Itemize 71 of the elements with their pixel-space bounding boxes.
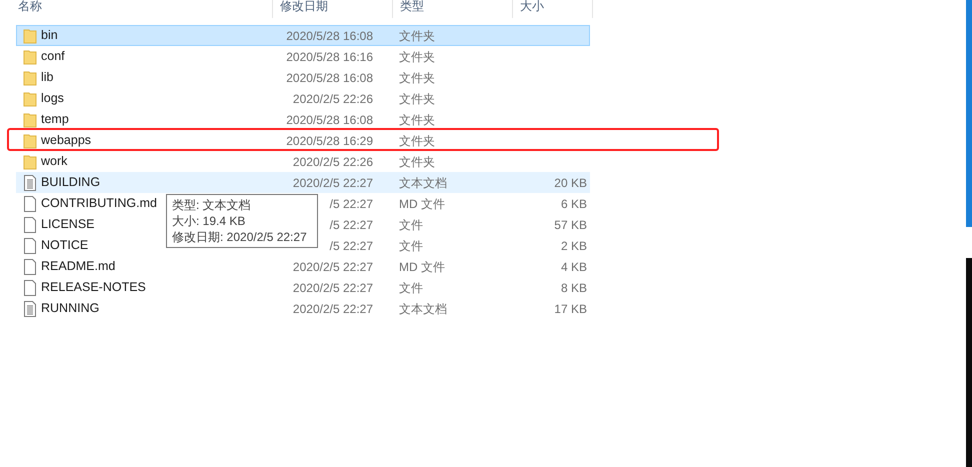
column-header[interactable]: 类型 bbox=[393, 0, 513, 18]
folder-icon bbox=[23, 112, 37, 128]
table-cell-text: 文本文档 bbox=[399, 174, 448, 192]
table-cell-text: 文件夹 bbox=[399, 48, 436, 66]
table-cell-text: 2020/5/28 16:16 bbox=[285, 48, 374, 66]
file-name: CONTRIBUTING.md bbox=[41, 195, 157, 212]
table-cell-text: 文本文档 bbox=[399, 300, 448, 318]
file-name: temp bbox=[41, 111, 69, 128]
file-name: NOTICE bbox=[41, 237, 88, 254]
file-name: BUILDING bbox=[41, 174, 100, 192]
folder-icon bbox=[23, 70, 37, 86]
table-cell-text: 文件夹 bbox=[399, 28, 436, 44]
file-name: conf bbox=[41, 48, 65, 66]
table-cell-text: 文件夹 bbox=[399, 154, 436, 170]
table-cell-text: 文件 bbox=[399, 216, 424, 234]
table-cell-text: 2020/2/5 22:26 bbox=[292, 154, 374, 170]
table-cell-text: 2020/2/5 22:27 bbox=[292, 258, 374, 276]
file-name: LICENSE bbox=[41, 216, 94, 234]
file-row[interactable]: BUILDING 2020/2/5 22:27 文本文档 20 KB bbox=[16, 172, 590, 193]
folder-icon bbox=[23, 48, 37, 64]
table-cell-text: 文件夹 bbox=[399, 112, 436, 128]
column-header[interactable]: 名称 bbox=[0, 0, 273, 18]
table-cell-text: 文件 bbox=[399, 238, 424, 254]
table-cell-text: /5 22:27 bbox=[328, 196, 374, 212]
table-cell-text: 2020/2/5 22:26 bbox=[292, 90, 374, 108]
table-cell-text: 8 KB bbox=[560, 280, 587, 296]
column-header[interactable]: 修改日期 bbox=[273, 0, 393, 18]
document-icon bbox=[24, 196, 36, 212]
table-cell-text: 文件夹 bbox=[399, 70, 436, 86]
file-row[interactable]: bin 2020/5/28 16:08 文件夹 bbox=[16, 25, 590, 46]
document-icon bbox=[24, 258, 36, 274]
table-cell-text: /5 22:27 bbox=[328, 216, 374, 234]
table-cell-text: 2020/5/28 16:08 bbox=[285, 70, 374, 86]
tooltip-line: 类型: 文本文档 bbox=[172, 197, 252, 213]
document-icon bbox=[24, 280, 36, 296]
document-icon bbox=[24, 216, 36, 232]
tooltip-line: 大小: 19.4 KB bbox=[172, 213, 246, 229]
table-cell-text: 2020/5/28 16:29 bbox=[285, 132, 374, 150]
table-cell-text: 6 KB bbox=[560, 196, 587, 212]
table-cell-text: 20 KB bbox=[553, 174, 587, 192]
folder-icon bbox=[23, 132, 37, 148]
table-cell-text: 2 KB bbox=[560, 238, 587, 254]
file-name: work bbox=[41, 153, 68, 170]
file-name: README.md bbox=[41, 258, 116, 276]
file-name: webapps bbox=[41, 132, 92, 150]
file-name: RUNNING bbox=[41, 300, 100, 318]
table-cell-text: 2020/5/28 16:08 bbox=[285, 112, 374, 128]
table-cell-text: 57 KB bbox=[553, 216, 587, 234]
table-cell-text: 2020/2/5 22:27 bbox=[292, 174, 374, 192]
table-cell-text: 2020/2/5 22:27 bbox=[292, 300, 374, 318]
tooltip-line: 修改日期: 2020/2/5 22:27 bbox=[172, 229, 308, 245]
folder-icon bbox=[23, 90, 37, 106]
file-name: logs bbox=[41, 90, 64, 108]
document-icon bbox=[24, 238, 36, 254]
column-header[interactable]: 大小 bbox=[513, 0, 593, 18]
file-name: bin bbox=[41, 27, 58, 44]
file-name: lib bbox=[41, 69, 54, 86]
text-document-icon bbox=[24, 300, 36, 316]
table-cell-text: MD 文件 bbox=[399, 196, 446, 212]
folder-icon bbox=[23, 28, 37, 44]
table-cell-text: 2020/2/5 22:27 bbox=[292, 280, 374, 296]
table-cell-text: 2020/5/28 16:08 bbox=[285, 28, 374, 44]
folder-icon bbox=[23, 154, 37, 170]
file-name: RELEASE-NOTES bbox=[41, 279, 146, 296]
table-cell-text: 文件 bbox=[399, 280, 424, 296]
table-cell-text: 文件夹 bbox=[399, 132, 436, 150]
text-document-icon bbox=[24, 174, 36, 190]
table-cell-text: MD 文件 bbox=[399, 258, 446, 276]
table-cell-text: 4 KB bbox=[560, 258, 587, 276]
table-cell-text: 文件夹 bbox=[399, 90, 436, 108]
table-cell-text: 17 KB bbox=[553, 300, 587, 318]
